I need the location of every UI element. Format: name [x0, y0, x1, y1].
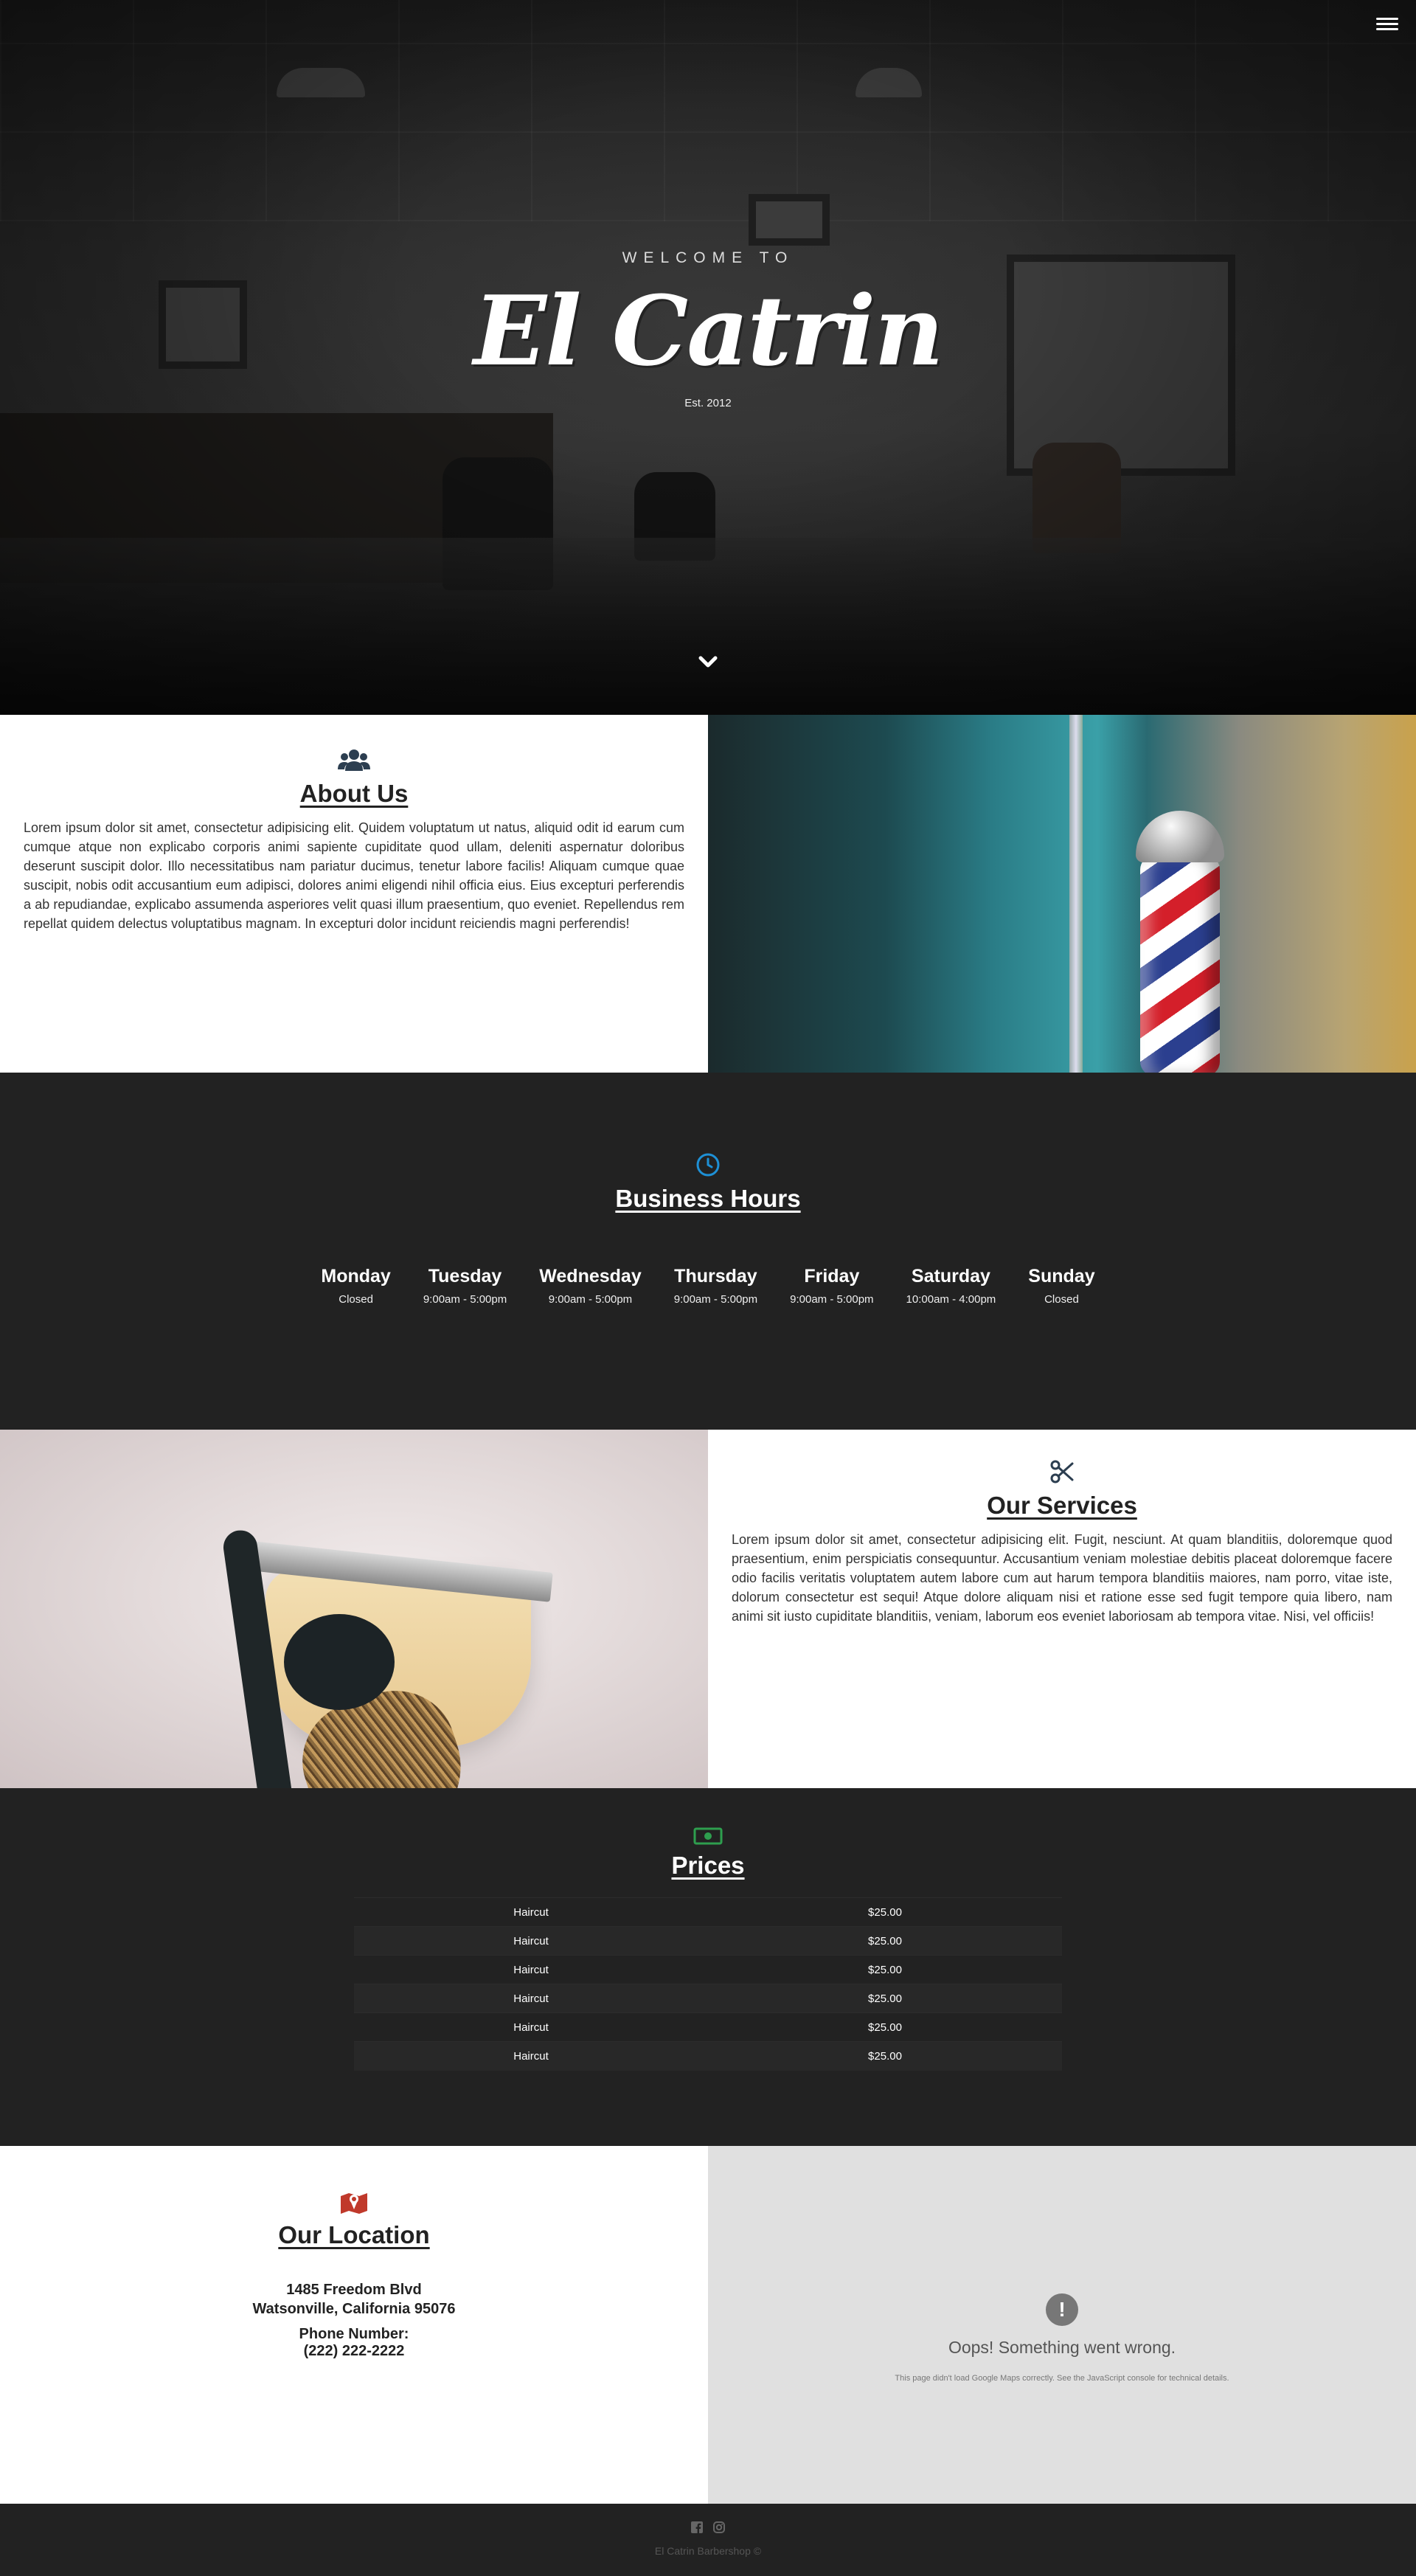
location-title: Our Location — [278, 2221, 430, 2248]
price-value: $25.00 — [708, 2012, 1062, 2042]
price-value: $25.00 — [708, 1897, 1062, 1927]
about-body: Lorem ipsum dolor sit amet, consectetur … — [24, 820, 684, 931]
price-service: Haircut — [354, 1897, 708, 1927]
day-item: Friday 9:00am - 5:00pm — [774, 1266, 889, 1306]
table-row: Haircut $25.00 — [354, 1955, 1062, 1984]
razor-brush-image — [0, 1430, 708, 1788]
prices-section: Prices Haircut $25.00 Haircut $25.00 Hai… — [0, 1788, 1416, 2146]
users-icon — [338, 749, 370, 771]
hours-section: Business Hours Monday Closed Tuesday 9:0… — [0, 1073, 1416, 1430]
social-links — [0, 2521, 1416, 2533]
day-name: Saturday — [911, 1266, 990, 1287]
services-title: Our Services — [987, 1492, 1137, 1519]
table-row: Haircut $25.00 — [354, 2041, 1062, 2071]
day-name: Wednesday — [539, 1266, 642, 1287]
location-text-column: Our Location 1485 Freedom Blvd Watsonvil… — [0, 2146, 708, 2504]
day-time: 10:00am - 4:00pm — [906, 1293, 996, 1306]
table-row: Haircut $25.00 — [354, 2012, 1062, 2042]
hamburger-icon — [1376, 28, 1398, 30]
services-text-column: Our Services Lorem ipsum dolor sit amet,… — [708, 1430, 1416, 1788]
scissors-icon — [1050, 1460, 1074, 1483]
brand-first: El — [473, 274, 581, 387]
day-name: Sunday — [1028, 1266, 1095, 1287]
map-error-description: This page didn't load Google Maps correc… — [895, 2374, 1229, 2383]
address-line2: Watsonville, California 95076 — [252, 2301, 456, 2317]
day-item: Sunday Closed — [1012, 1266, 1111, 1306]
money-bill-icon — [693, 1827, 723, 1845]
barber-pole — [1121, 811, 1239, 1073]
hours-title: Business Hours — [615, 1185, 801, 1212]
day-item: Thursday 9:00am - 5:00pm — [658, 1266, 774, 1306]
phone-label: Phone Number: — [299, 2326, 409, 2342]
est-text: Est. 2012 — [684, 397, 732, 409]
phone-number[interactable]: (222) 222-2222 — [24, 2343, 684, 2360]
chevron-down-icon[interactable] — [695, 649, 721, 676]
brand-second: Catrin — [611, 274, 944, 387]
day-name: Thursday — [674, 1266, 757, 1287]
day-time: Closed — [1044, 1293, 1079, 1306]
pole-cap — [1136, 811, 1224, 862]
table-row: Haircut $25.00 — [354, 1897, 1062, 1927]
alert-icon: ! — [1046, 2293, 1078, 2326]
day-item: Tuesday 9:00am - 5:00pm — [407, 1266, 523, 1306]
day-item: Saturday 10:00am - 4:00pm — [890, 1266, 1013, 1306]
brush-handle — [284, 1614, 395, 1710]
footer: El Catrin Barbershop © — [0, 2504, 1416, 2576]
day-time: Closed — [339, 1293, 373, 1306]
pole-bracket — [1069, 715, 1083, 1073]
hero-section: WELCOME TO El Catrin Est. 2012 — [0, 0, 1416, 715]
address-line1: 1485 Freedom Blvd — [286, 2282, 422, 2298]
price-table: Haircut $25.00 Haircut $25.00 Haircut $2… — [354, 1897, 1062, 2071]
day-time: 9:00am - 5:00pm — [423, 1293, 507, 1306]
about-text-column: About Us Lorem ipsum dolor sit amet, con… — [0, 715, 708, 1073]
about-title: About Us — [299, 780, 409, 807]
day-item: Monday Closed — [305, 1266, 406, 1306]
services-body: Lorem ipsum dolor sit amet, consectetur … — [732, 1532, 1392, 1624]
map-container[interactable]: ! Oops! Something went wrong. This page … — [708, 2146, 1416, 2504]
price-service: Haircut — [354, 1984, 708, 2013]
price-value: $25.00 — [708, 2041, 1062, 2071]
table-row: Haircut $25.00 — [354, 1926, 1062, 1956]
brand-title: El Catrin — [0, 276, 1416, 387]
menu-button[interactable] — [1376, 15, 1398, 34]
day-name: Monday — [321, 1266, 391, 1287]
location-section: Our Location 1485 Freedom Blvd Watsonvil… — [0, 2146, 1416, 2504]
day-name: Tuesday — [428, 1266, 502, 1287]
price-value: $25.00 — [708, 1926, 1062, 1956]
map-error-title: Oops! Something went wrong. — [948, 2338, 1176, 2357]
price-service: Haircut — [354, 2041, 708, 2071]
instagram-icon[interactable] — [713, 2521, 725, 2533]
copyright: El Catrin Barbershop © — [654, 2545, 762, 2557]
day-name: Friday — [804, 1266, 860, 1287]
price-service: Haircut — [354, 1955, 708, 1984]
day-time: 9:00am - 5:00pm — [548, 1293, 633, 1306]
hamburger-icon — [1376, 23, 1398, 25]
address: 1485 Freedom Blvd Watsonville, Californi… — [24, 2280, 684, 2319]
price-service: Haircut — [354, 1926, 708, 1956]
price-service: Haircut — [354, 2012, 708, 2042]
map-marker-icon — [341, 2193, 367, 2214]
table-row: Haircut $25.00 — [354, 1984, 1062, 2013]
hero-text: WELCOME TO El Catrin Est. 2012 — [0, 249, 1416, 409]
days-list: Monday Closed Tuesday 9:00am - 5:00pm We… — [0, 1266, 1416, 1306]
price-value: $25.00 — [708, 1955, 1062, 1984]
about-section: About Us Lorem ipsum dolor sit amet, con… — [0, 715, 1416, 1073]
services-section: Our Services Lorem ipsum dolor sit amet,… — [0, 1430, 1416, 1788]
hamburger-icon — [1376, 18, 1398, 20]
price-value: $25.00 — [708, 1984, 1062, 2013]
clock-icon — [696, 1153, 720, 1177]
prices-title: Prices — [671, 1852, 745, 1879]
facebook-icon[interactable] — [691, 2521, 703, 2533]
pole-stripes — [1140, 855, 1220, 1073]
day-time: 9:00am - 5:00pm — [790, 1293, 874, 1306]
day-item: Wednesday 9:00am - 5:00pm — [523, 1266, 657, 1306]
barber-pole-image — [708, 715, 1416, 1073]
welcome-text: WELCOME TO — [622, 249, 794, 266]
day-time: 9:00am - 5:00pm — [673, 1293, 758, 1306]
